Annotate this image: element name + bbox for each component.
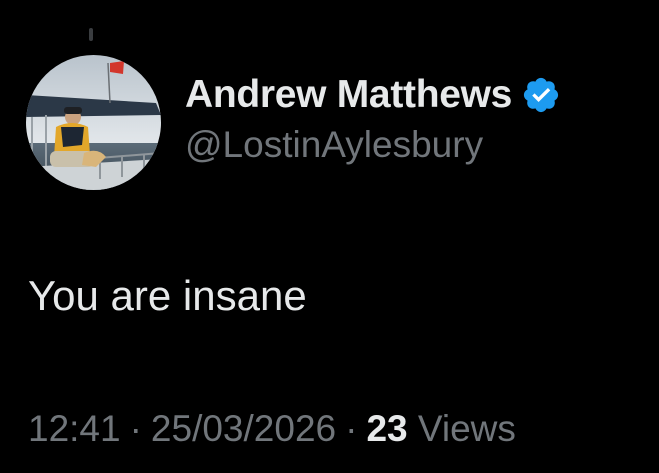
author-info: Andrew Matthews @LostinAylesbury: [185, 70, 561, 166]
meta-separator: ·: [345, 408, 358, 449]
author-name-row: Andrew Matthews: [185, 70, 561, 120]
author-display-name[interactable]: Andrew Matthews: [185, 73, 512, 117]
reply-thread-connector: [89, 28, 93, 41]
tweet-time: 12:41: [28, 408, 121, 449]
tweet-metadata: 12:41 · 25/03/2026 · 23 Views: [28, 408, 516, 450]
tweet-text: You are insane: [28, 272, 307, 319]
views-link[interactable]: 23 Views: [366, 408, 515, 449]
views-label: Views: [417, 408, 516, 449]
avatar[interactable]: [26, 55, 161, 190]
verified-badge-icon: [523, 77, 559, 113]
author-handle[interactable]: @LostinAylesbury: [185, 124, 561, 166]
views-count: 23: [366, 408, 408, 449]
meta-separator: ·: [129, 408, 142, 449]
tweet-timestamp-link[interactable]: 12:41 · 25/03/2026: [28, 408, 336, 449]
tweet-date: 25/03/2026: [150, 408, 337, 449]
